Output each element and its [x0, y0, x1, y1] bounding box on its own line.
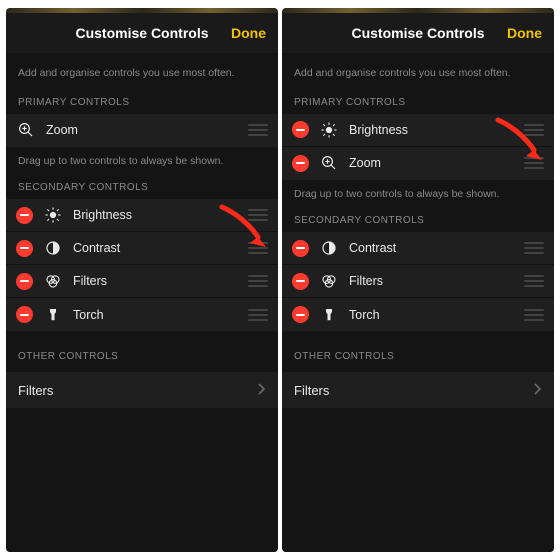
brightness-icon: [319, 120, 339, 140]
other-controls-header: OTHER CONTROLS: [6, 331, 278, 372]
control-row-contrast[interactable]: Contrast: [6, 232, 278, 265]
control-row-zoom[interactable]: Zoom: [282, 147, 554, 180]
filters-icon: [43, 271, 63, 291]
control-row-filters[interactable]: Filters: [6, 265, 278, 298]
secondary-controls-list: Contrast Filters Torch: [282, 232, 554, 331]
drag-handle-icon[interactable]: [524, 242, 544, 254]
remove-button[interactable]: [292, 273, 309, 290]
control-label: Contrast: [73, 241, 248, 255]
screenshot-left: Customise Controls Done Add and organise…: [6, 8, 278, 552]
drag-handle-icon[interactable]: [524, 157, 544, 169]
drag-handle-icon[interactable]: [248, 209, 268, 221]
page-title: Customise Controls: [75, 25, 208, 41]
zoom-icon: [16, 120, 36, 140]
settings-body: Add and organise controls you use most o…: [6, 53, 278, 552]
drag-handle-icon[interactable]: [248, 309, 268, 321]
page-title: Customise Controls: [351, 25, 484, 41]
drag-handle-icon[interactable]: [248, 275, 268, 287]
other-filters-row[interactable]: Filters: [282, 372, 554, 408]
remove-button[interactable]: [16, 240, 33, 257]
navbar: Customise Controls Done: [282, 13, 554, 53]
remove-button[interactable]: [292, 121, 309, 138]
secondary-controls-header: SECONDARY CONTROLS: [6, 178, 278, 199]
done-button[interactable]: Done: [231, 13, 266, 53]
control-label: Zoom: [349, 156, 524, 170]
control-row-torch[interactable]: Torch: [282, 298, 554, 331]
hint-text: Add and organise controls you use most o…: [6, 53, 278, 93]
remove-button[interactable]: [292, 155, 309, 172]
remove-button[interactable]: [292, 306, 309, 323]
drag-handle-icon[interactable]: [524, 275, 544, 287]
navbar: Customise Controls Done: [6, 13, 278, 53]
control-label: Filters: [73, 274, 248, 288]
drag-handle-icon[interactable]: [524, 124, 544, 136]
zoom-icon: [319, 153, 339, 173]
primary-controls-header: PRIMARY CONTROLS: [282, 93, 554, 114]
torch-icon: [319, 305, 339, 325]
remove-button[interactable]: [16, 306, 33, 323]
other-filters-label: Filters: [294, 383, 534, 398]
chevron-right-icon: [534, 382, 542, 398]
done-button[interactable]: Done: [507, 13, 542, 53]
primary-controls-header: PRIMARY CONTROLS: [6, 93, 278, 114]
control-row-brightness[interactable]: Brightness: [282, 114, 554, 147]
hint-text: Add and organise controls you use most o…: [282, 53, 554, 93]
drag-handle-icon[interactable]: [248, 124, 268, 136]
control-row-zoom[interactable]: Zoom: [6, 114, 278, 147]
screenshot-right: Customise Controls Done Add and organise…: [282, 8, 554, 552]
primary-note: Drag up to two controls to always be sho…: [282, 180, 554, 212]
primary-controls-list: Zoom: [6, 114, 278, 147]
control-row-brightness[interactable]: Brightness: [6, 199, 278, 232]
control-label: Torch: [73, 308, 248, 322]
drag-handle-icon[interactable]: [248, 242, 268, 254]
remove-button[interactable]: [16, 207, 33, 224]
control-label: Contrast: [349, 241, 524, 255]
secondary-controls-header: SECONDARY CONTROLS: [282, 211, 554, 232]
other-filters-row[interactable]: Filters: [6, 372, 278, 408]
other-filters-label: Filters: [18, 383, 258, 398]
filters-icon: [319, 271, 339, 291]
contrast-icon: [319, 238, 339, 258]
torch-icon: [43, 305, 63, 325]
control-label: Brightness: [349, 123, 524, 137]
settings-body: Add and organise controls you use most o…: [282, 53, 554, 552]
control-row-filters[interactable]: Filters: [282, 265, 554, 298]
contrast-icon: [43, 238, 63, 258]
remove-button[interactable]: [292, 240, 309, 257]
remove-button[interactable]: [16, 273, 33, 290]
control-row-contrast[interactable]: Contrast: [282, 232, 554, 265]
control-label: Zoom: [46, 123, 248, 137]
other-controls-header: OTHER CONTROLS: [282, 331, 554, 372]
primary-note: Drag up to two controls to always be sho…: [6, 147, 278, 179]
control-row-torch[interactable]: Torch: [6, 298, 278, 331]
chevron-right-icon: [258, 382, 266, 398]
drag-handle-icon[interactable]: [524, 309, 544, 321]
primary-controls-list: Brightness Zoom: [282, 114, 554, 180]
control-label: Torch: [349, 308, 524, 322]
control-label: Brightness: [73, 208, 248, 222]
brightness-icon: [43, 205, 63, 225]
secondary-controls-list: Brightness Contrast Filters: [6, 199, 278, 331]
control-label: Filters: [349, 274, 524, 288]
